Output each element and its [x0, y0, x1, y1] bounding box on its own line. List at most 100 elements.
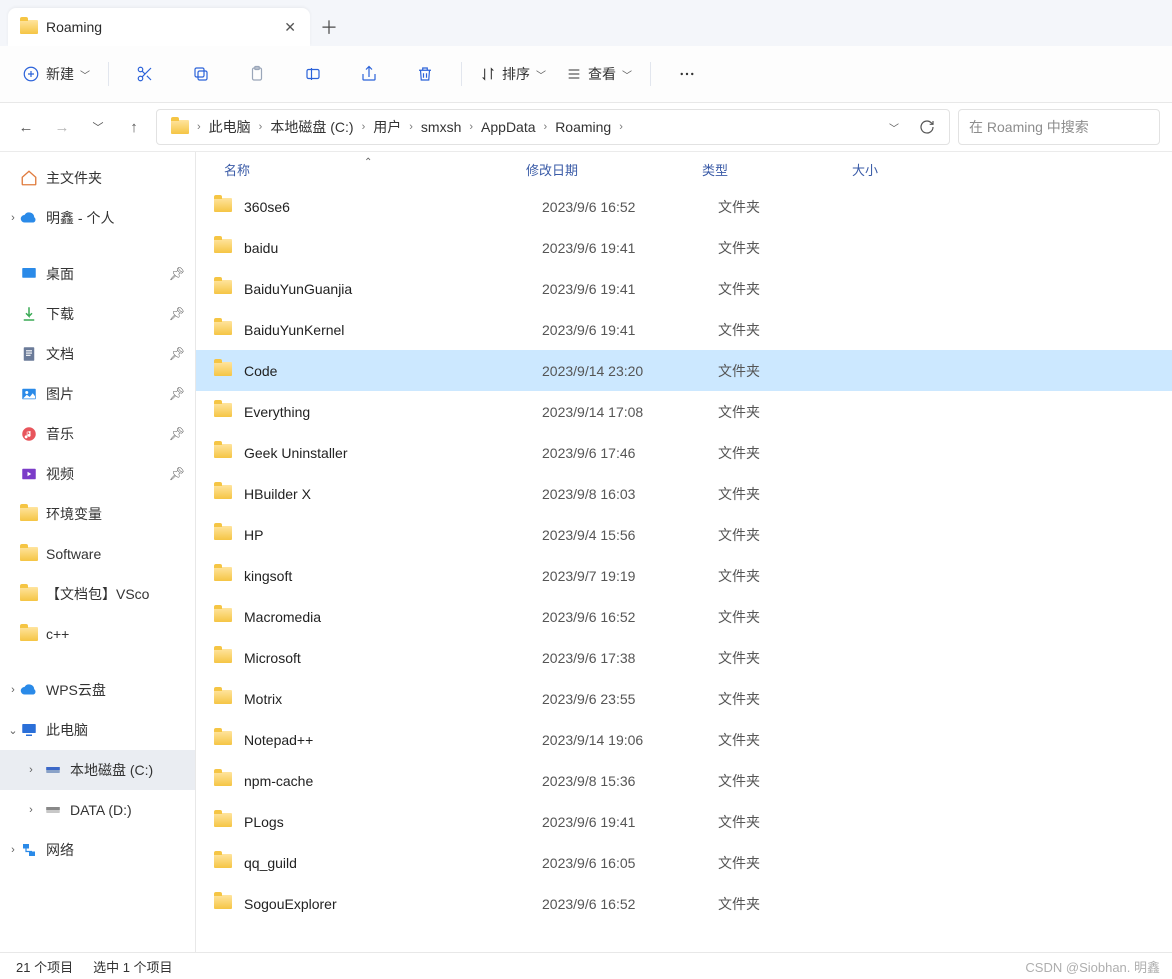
file-row[interactable]: 360se62023/9/6 16:52文件夹	[196, 186, 1172, 227]
file-row[interactable]: PLogs2023/9/6 19:41文件夹	[196, 801, 1172, 842]
nav-quick-item[interactable]: c++	[0, 614, 195, 654]
nav-wps[interactable]: › WPS云盘	[0, 670, 195, 710]
nav-network[interactable]: › 网络	[0, 830, 195, 870]
file-row[interactable]: Macromedia2023/9/6 16:52文件夹	[196, 596, 1172, 637]
nav-thispc[interactable]: ⌄ 此电脑	[0, 710, 195, 750]
file-name: HBuilder X	[244, 486, 542, 502]
file-row[interactable]: HBuilder X2023/9/8 16:03文件夹	[196, 473, 1172, 514]
file-row[interactable]: Code2023/9/14 23:20文件夹	[196, 350, 1172, 391]
more-button[interactable]	[661, 56, 713, 92]
file-type: 文件夹	[718, 279, 868, 299]
refresh-button[interactable]	[913, 119, 941, 135]
nav-quick-item[interactable]: 文档📌︎	[0, 334, 195, 374]
back-button[interactable]: ←	[12, 111, 40, 143]
file-row[interactable]: HP2023/9/4 15:56文件夹	[196, 514, 1172, 555]
file-row[interactable]: Motrix2023/9/6 23:55文件夹	[196, 678, 1172, 719]
delete-button[interactable]	[399, 56, 451, 92]
file-type: 文件夹	[718, 689, 868, 709]
nav-drive-c[interactable]: › 本地磁盘 (C:)	[0, 750, 195, 790]
folder-icon	[214, 362, 232, 376]
view-button[interactable]: 查看 ﹀	[558, 56, 640, 92]
status-selection: 选中 1 个项目	[93, 957, 172, 976]
file-row[interactable]: Microsoft2023/9/6 17:38文件夹	[196, 637, 1172, 678]
close-tab-icon[interactable]: ✕	[280, 15, 300, 40]
file-row[interactable]: Geek Uninstaller2023/9/6 17:46文件夹	[196, 432, 1172, 473]
folder-icon	[214, 731, 232, 745]
folder-icon	[20, 507, 38, 521]
file-row[interactable]: SogouExplorer2023/9/6 16:52文件夹	[196, 883, 1172, 924]
status-bar: 21 个项目 选中 1 个项目	[0, 952, 1172, 979]
cloud-icon	[20, 209, 38, 227]
breadcrumb-segment[interactable]: AppData	[475, 119, 541, 135]
column-name[interactable]: 名称 ⌃	[224, 160, 526, 179]
rename-button[interactable]	[287, 56, 339, 92]
share-button[interactable]	[343, 56, 395, 92]
breadcrumb-segment[interactable]: Roaming	[549, 119, 617, 135]
copy-button[interactable]	[175, 56, 227, 92]
recent-button[interactable]: ﹀	[84, 111, 112, 143]
nav-quick-item[interactable]: 下载📌︎	[0, 294, 195, 334]
breadcrumb-segment[interactable]: 用户	[367, 117, 407, 137]
file-type: 文件夹	[718, 320, 868, 340]
file-date: 2023/9/14 17:08	[542, 404, 718, 420]
search-input[interactable]: 在 Roaming 中搜索	[958, 109, 1160, 145]
nav-quick-item[interactable]: 【文档包】VSco	[0, 574, 195, 614]
network-icon	[20, 841, 38, 859]
file-type: 文件夹	[718, 566, 868, 586]
chevron-right-icon[interactable]: ›	[6, 844, 20, 856]
breadcrumb-segment[interactable]: 本地磁盘 (C:)	[264, 117, 359, 137]
chevron-down-icon[interactable]: ⌄	[6, 724, 20, 737]
file-row[interactable]: BaiduYunGuanjia2023/9/6 19:41文件夹	[196, 268, 1172, 309]
new-tab-button[interactable]: ＋	[310, 8, 348, 46]
cut-button[interactable]	[119, 56, 171, 92]
file-row[interactable]: BaiduYunKernel2023/9/6 19:41文件夹	[196, 309, 1172, 350]
file-type: 文件夹	[718, 402, 868, 422]
sort-button[interactable]: 排序 ﹀	[472, 56, 554, 92]
file-row[interactable]: qq_guild2023/9/6 16:05文件夹	[196, 842, 1172, 883]
column-size[interactable]: 大小	[852, 160, 878, 179]
active-tab[interactable]: Roaming ✕	[8, 8, 310, 46]
cloud-icon	[20, 681, 38, 699]
address-bar-row: ← → ﹀ ↑ › 此电脑 › 本地磁盘 (C:) › 用户 › smxsh ›…	[0, 103, 1172, 152]
pin-icon: 📌︎	[168, 386, 185, 402]
chevron-right-icon[interactable]: ›	[24, 804, 38, 816]
nav-quick-item[interactable]: Software	[0, 534, 195, 574]
nav-home[interactable]: 主文件夹	[0, 158, 195, 198]
nav-quick-item[interactable]: 图片📌︎	[0, 374, 195, 414]
file-date: 2023/9/8 15:36	[542, 773, 718, 789]
file-row[interactable]: Notepad++2023/9/14 19:06文件夹	[196, 719, 1172, 760]
file-row[interactable]: npm-cache2023/9/8 15:36文件夹	[196, 760, 1172, 801]
tab-bar: Roaming ✕ ＋	[0, 0, 1172, 46]
nav-onedrive[interactable]: › 明鑫 - 个人	[0, 198, 195, 238]
nav-quick-item[interactable]: 环境变量	[0, 494, 195, 534]
forward-button[interactable]: →	[48, 111, 76, 143]
nav-quick-item[interactable]: 音乐📌︎	[0, 414, 195, 454]
chevron-right-icon[interactable]: ›	[6, 684, 20, 696]
folder-icon	[214, 895, 232, 909]
file-name: Code	[244, 363, 542, 379]
file-date: 2023/9/6 23:55	[542, 691, 718, 707]
column-type[interactable]: 类型	[702, 160, 852, 179]
paste-button[interactable]	[231, 56, 283, 92]
column-date[interactable]: 修改日期	[526, 160, 702, 179]
file-date: 2023/9/6 19:41	[542, 240, 718, 256]
new-button[interactable]: 新建 ﹀	[14, 56, 98, 92]
navigation-pane: 主文件夹 › 明鑫 - 个人 桌面📌︎下载📌︎文档📌︎图片📌︎音乐📌︎视频📌︎环…	[0, 152, 196, 952]
breadcrumb-segment[interactable]: smxsh	[415, 119, 467, 135]
file-type: 文件夹	[718, 648, 868, 668]
breadcrumb-dropdown[interactable]: ﹀	[889, 120, 899, 135]
nav-drive-d[interactable]: › DATA (D:)	[0, 790, 195, 830]
breadcrumb[interactable]: › 此电脑 › 本地磁盘 (C:) › 用户 › smxsh › AppData…	[156, 109, 950, 145]
nav-quick-item[interactable]: 桌面📌︎	[0, 254, 195, 294]
file-date: 2023/9/6 17:38	[542, 650, 718, 666]
chevron-right-icon[interactable]: ›	[24, 764, 38, 776]
breadcrumb-segment[interactable]: 此电脑	[203, 117, 257, 137]
nav-quick-item[interactable]: 视频📌︎	[0, 454, 195, 494]
file-row[interactable]: baidu2023/9/6 19:41文件夹	[196, 227, 1172, 268]
file-row[interactable]: kingsoft2023/9/7 19:19文件夹	[196, 555, 1172, 596]
file-date: 2023/9/6 16:52	[542, 896, 718, 912]
file-row[interactable]: Everything2023/9/14 17:08文件夹	[196, 391, 1172, 432]
chevron-right-icon[interactable]: ›	[6, 212, 20, 224]
up-button[interactable]: ↑	[120, 111, 148, 143]
folder-type-icon	[20, 425, 38, 443]
